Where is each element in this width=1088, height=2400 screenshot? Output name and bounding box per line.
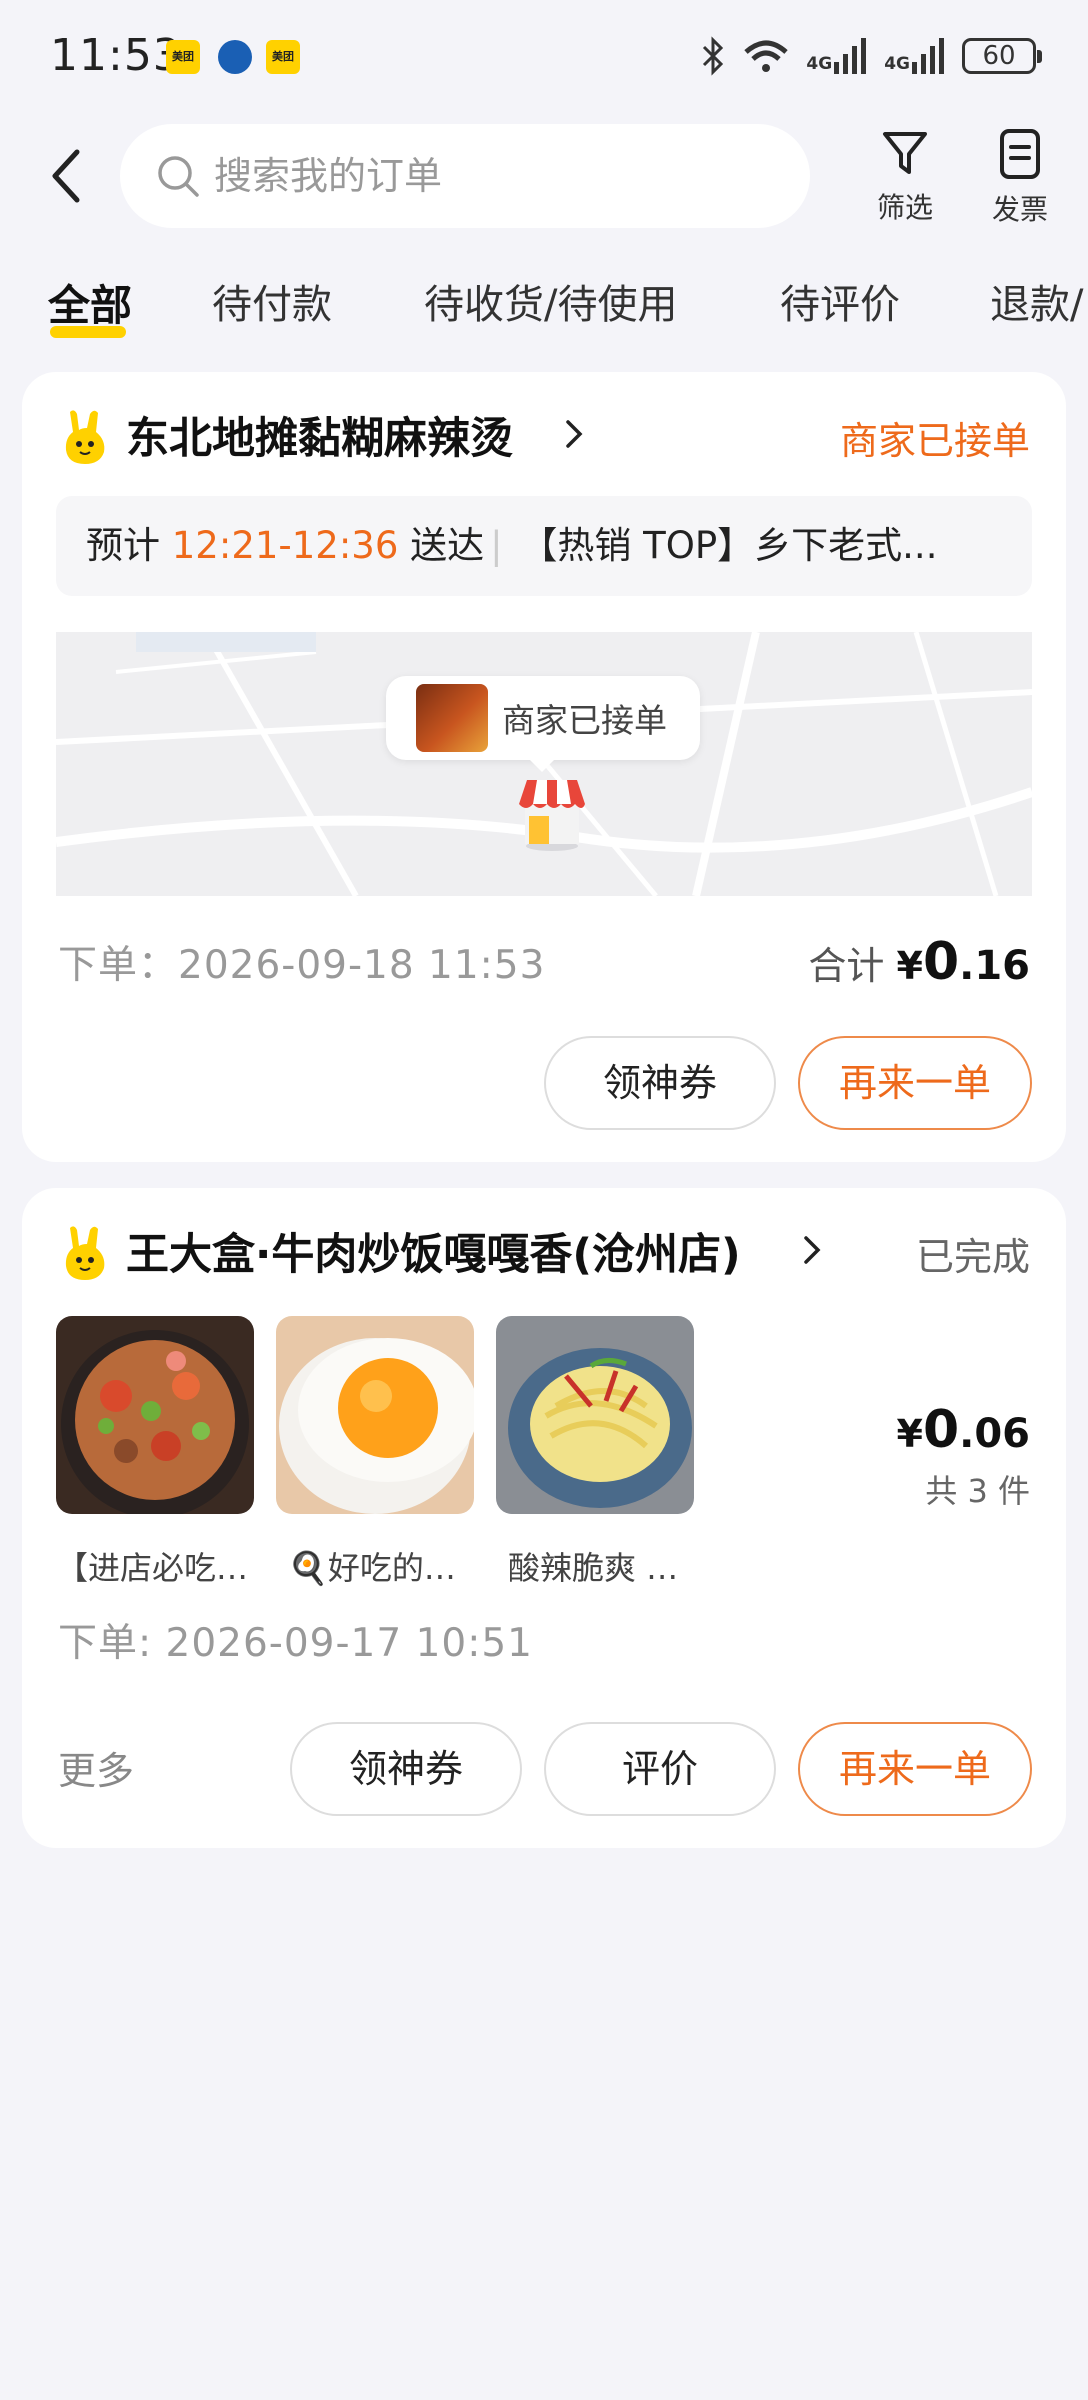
reorder-button[interactable]: 再来一单 xyxy=(798,1722,1032,1816)
price-decimal: .06 xyxy=(959,1411,1030,1457)
order-status: 商家已接单 xyxy=(839,419,1030,463)
search-input[interactable] xyxy=(214,154,774,198)
currency-symbol: ¥ xyxy=(896,1412,923,1456)
order-card[interactable]: 王大盒·牛肉炒饭嘎嘎香(沧州店) 已完成 【进店必吃… 🍳好吃的… 酸辣脆爽 …… xyxy=(22,1188,1066,1848)
item-summary: 【热销 TOP】乡下老式... xyxy=(520,524,938,567)
item-count: 共 3 件 xyxy=(925,1472,1030,1510)
delivery-eta-bar[interactable]: 预计 12:21-12:36 送达 | 【热销 TOP】乡下老式... xyxy=(56,496,1032,596)
active-tab-indicator xyxy=(50,326,126,338)
price-integer: 0 xyxy=(922,1400,960,1460)
order-time: 下单: 2026-09-17 10:51 xyxy=(58,1621,533,1666)
order-card[interactable]: 东北地摊黏糊麻辣烫 商家已接单 预计 12:21-12:36 送达 | 【热销 T… xyxy=(22,372,1066,1162)
tab-pending-payment[interactable]: 待付款 xyxy=(212,272,332,330)
order-total: 合计 ¥0.16 xyxy=(808,932,1030,992)
order-tabs: 全部 待付款 待收货/待使用 待评价 退款/ xyxy=(0,262,1088,342)
bluetooth-icon xyxy=(703,36,724,76)
filter-icon xyxy=(883,132,927,174)
map-bubble-text: 商家已接单 xyxy=(502,701,667,740)
meituan-mascot-icon xyxy=(65,410,105,464)
eta-time: 12:21-12:36 xyxy=(171,524,399,567)
food-caption: 🍳好吃的… xyxy=(288,1549,456,1587)
store-thumbnail xyxy=(416,684,488,752)
price-integer: 0 xyxy=(922,932,960,992)
delivery-map[interactable]: 商家已接单 xyxy=(56,632,1032,896)
more-button[interactable]: 更多 xyxy=(58,1740,134,1795)
invoice-icon xyxy=(1000,129,1040,179)
food-caption: 酸辣脆爽 … xyxy=(508,1549,679,1587)
filter-button[interactable]: 筛选 xyxy=(860,128,950,226)
eta-prefix: 预计 xyxy=(86,524,160,567)
status-indicators: 4G 4G 60 xyxy=(700,32,1042,80)
status-time: 11:53 xyxy=(50,30,182,81)
signal-icon: 4G xyxy=(806,38,868,74)
chevron-right-icon xyxy=(566,420,583,448)
chevron-left-icon xyxy=(52,149,80,203)
food-image[interactable] xyxy=(56,1316,254,1514)
shop-icon xyxy=(519,780,585,851)
invoice-button[interactable]: 发票 xyxy=(975,128,1065,228)
invoice-label: 发票 xyxy=(991,193,1048,226)
food-image[interactable] xyxy=(276,1316,474,1514)
battery-icon: 60 xyxy=(962,38,1042,74)
search-icon xyxy=(158,156,199,197)
wifi-icon xyxy=(744,40,789,72)
total-label: 合计 xyxy=(808,944,885,988)
tab-refund[interactable]: 退款/ xyxy=(990,272,1083,330)
bank-app-icon xyxy=(218,40,252,74)
meituan-mascot-icon xyxy=(65,1226,105,1280)
order-time: 下单：2026-09-18 11:53 xyxy=(58,943,546,988)
tab-all[interactable]: 全部 xyxy=(48,272,132,333)
reorder-button[interactable]: 再来一单 xyxy=(798,1036,1032,1130)
tab-pending-review[interactable]: 待评价 xyxy=(780,272,900,330)
food-image[interactable] xyxy=(496,1316,694,1514)
eta-suffix: 送达 xyxy=(410,524,485,567)
status-bar: 11:53 美团 美团 4G 4G 60 xyxy=(0,0,1088,112)
search-bar[interactable] xyxy=(120,124,810,228)
review-button[interactable]: 评价 xyxy=(544,1722,776,1816)
get-coupon-button[interactable]: 领神券 xyxy=(290,1722,522,1816)
price-decimal: .16 xyxy=(959,943,1030,989)
get-coupon-button[interactable]: 领神券 xyxy=(544,1036,776,1130)
currency-symbol: ¥ xyxy=(896,944,923,988)
order-price: ¥0.06 xyxy=(897,1400,1031,1460)
meituan-app-icon: 美团 xyxy=(266,40,300,74)
store-name[interactable]: 东北地摊黏糊麻辣烫 xyxy=(126,404,513,466)
filter-label: 筛选 xyxy=(876,191,933,224)
back-button[interactable] xyxy=(38,140,94,212)
food-caption: 【进店必吃… xyxy=(56,1549,249,1587)
map-status-bubble: 商家已接单 xyxy=(386,676,700,772)
store-name[interactable]: 王大盒·牛肉炒饭嘎嘎香(沧州店) xyxy=(126,1220,741,1282)
tab-pending-receipt[interactable]: 待收货/待使用 xyxy=(424,272,677,330)
order-status: 已完成 xyxy=(915,1235,1030,1279)
chevron-right-icon xyxy=(804,1236,821,1264)
meituan-app-icon: 美团 xyxy=(166,40,200,74)
signal-icon: 4G xyxy=(884,38,946,74)
